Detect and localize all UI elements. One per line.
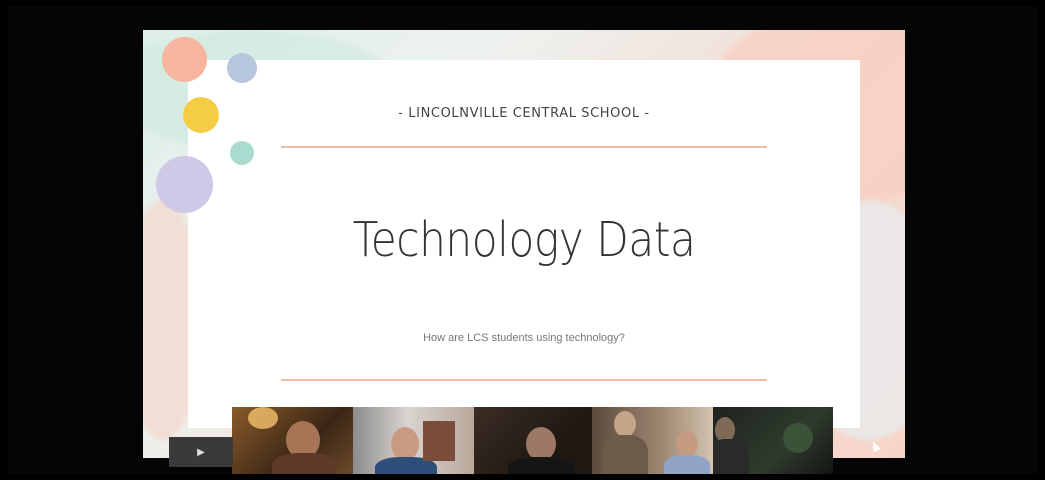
participant-tile[interactable] [232, 407, 353, 474]
door-background [423, 421, 455, 461]
lamp-light [248, 407, 278, 429]
decor-circle [227, 53, 257, 83]
decor-circle [162, 37, 207, 82]
participant-body [602, 435, 648, 474]
slide-subtitle: How are LCS students using technology? [423, 332, 625, 344]
participant-video-strip [232, 407, 833, 474]
plant-background [783, 423, 813, 453]
participant-tile[interactable] [353, 407, 474, 474]
decor-circle [156, 156, 213, 213]
play-button[interactable]: ▶ [169, 437, 233, 467]
play-icon: ▶ [197, 446, 205, 458]
participant-body [713, 439, 749, 474]
participant-face [391, 427, 419, 461]
divider-top [281, 146, 767, 148]
divider-bottom [281, 379, 767, 381]
participant-body [664, 455, 710, 474]
slide-title: Technology Data [352, 212, 696, 268]
decor-circle [230, 141, 254, 165]
participant-body [272, 453, 336, 474]
participant-face [614, 411, 636, 437]
participant-tile[interactable] [474, 407, 592, 474]
participant-tile[interactable] [592, 407, 713, 474]
participant-face [676, 431, 698, 457]
participant-tile[interactable] [713, 407, 833, 474]
participant-face [526, 427, 556, 461]
school-name: - LINCOLNVILLE CENTRAL SCHOOL - [398, 106, 650, 121]
participant-body [508, 457, 574, 474]
